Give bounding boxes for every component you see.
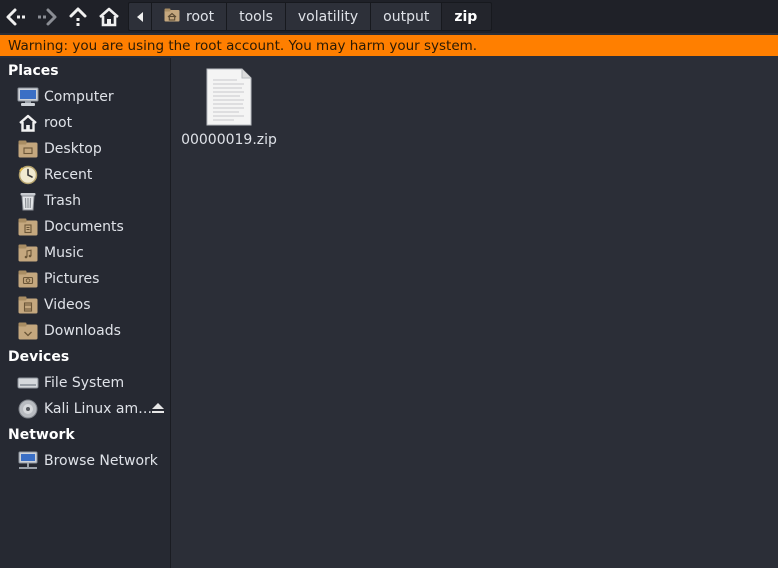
sidebar-item-label: Downloads xyxy=(44,323,121,339)
sidebar-item-computer[interactable]: Computer xyxy=(0,84,170,110)
sidebar-item-music[interactable]: Music xyxy=(0,240,170,266)
file-item[interactable]: 00000019.zip xyxy=(179,68,279,148)
sidebar-item-label: Browse Network xyxy=(44,453,158,469)
crumb-label: root xyxy=(186,8,215,25)
sidebar-item-label: Videos xyxy=(44,297,91,313)
crumb-label: volatility xyxy=(297,8,359,25)
sidebar-item-root[interactable]: root xyxy=(0,110,170,136)
sidebar-item-recent[interactable]: Recent xyxy=(0,162,170,188)
sidebar-item-kali-disc[interactable]: Kali Linux am… xyxy=(0,396,170,422)
back-button[interactable] xyxy=(1,2,31,32)
up-arrow-icon xyxy=(69,7,87,26)
eject-button[interactable] xyxy=(151,401,165,419)
toolbar: root tools volatility output zip xyxy=(0,0,778,33)
clock-icon xyxy=(17,164,39,186)
eject-icon xyxy=(152,403,164,413)
sidebar-item-label: Trash xyxy=(44,193,81,209)
root-warning-bar: Warning: you are using the root account.… xyxy=(0,35,778,56)
sidebar-item-desktop[interactable]: Desktop xyxy=(0,136,170,162)
home-icon xyxy=(99,7,119,26)
sidebar-item-label: File System xyxy=(44,375,125,391)
sidebar-item-label: Kali Linux am… xyxy=(44,401,153,417)
crumb-zip[interactable]: zip xyxy=(441,2,493,31)
sidebar-item-label: Desktop xyxy=(44,141,102,157)
sidebar-item-file-system[interactable]: File System xyxy=(0,370,170,396)
crumb-output[interactable]: output xyxy=(370,2,442,31)
path-bar: root tools volatility output zip xyxy=(128,2,493,31)
home-folder-icon xyxy=(164,8,180,26)
crumb-volatility[interactable]: volatility xyxy=(284,2,371,31)
crumb-root[interactable]: root xyxy=(151,2,227,31)
home-button[interactable] xyxy=(94,2,124,32)
sidebar-item-label: Music xyxy=(44,245,84,261)
sidebar-item-trash[interactable]: Trash xyxy=(0,188,170,214)
triangle-left-icon xyxy=(137,11,143,22)
sidebar-item-documents[interactable]: Documents xyxy=(0,214,170,240)
desktop-folder-icon xyxy=(17,138,39,160)
videos-folder-icon xyxy=(17,294,39,316)
documents-folder-icon xyxy=(17,216,39,238)
crumb-label: output xyxy=(383,8,430,25)
forward-arrow-icon xyxy=(38,8,57,25)
home-icon xyxy=(17,112,39,134)
music-folder-icon xyxy=(17,242,39,264)
sidebar-item-downloads[interactable]: Downloads xyxy=(0,318,170,344)
file-view[interactable]: 00000019.zip xyxy=(171,58,778,568)
crumb-label: tools xyxy=(239,8,273,25)
sidebar-item-label: Documents xyxy=(44,219,124,235)
sidebar: Places Computer root Desktop Recent Tras… xyxy=(0,58,171,568)
network-icon xyxy=(17,450,39,472)
warning-text: Warning: you are using the root account.… xyxy=(8,37,478,54)
sidebar-item-label: root xyxy=(44,115,73,131)
file-manager-window: root tools volatility output zip Warning… xyxy=(0,0,778,568)
file-name: 00000019.zip xyxy=(181,132,277,148)
forward-button[interactable] xyxy=(32,2,62,32)
document-file-icon xyxy=(206,68,252,126)
back-arrow-icon xyxy=(6,8,25,25)
sidebar-item-videos[interactable]: Videos xyxy=(0,292,170,318)
sidebar-item-pictures[interactable]: Pictures xyxy=(0,266,170,292)
sidebar-item-label: Computer xyxy=(44,89,114,105)
crumb-tools[interactable]: tools xyxy=(226,2,285,31)
path-scroll-left-button[interactable] xyxy=(128,2,151,31)
devices-heading: Devices xyxy=(8,349,70,365)
places-heading: Places xyxy=(8,63,59,79)
sidebar-item-browse-network[interactable]: Browse Network xyxy=(0,448,170,474)
trash-icon xyxy=(17,190,39,212)
sidebar-item-label: Pictures xyxy=(44,271,100,287)
crumb-label: zip xyxy=(454,8,478,25)
network-heading: Network xyxy=(8,427,75,443)
sidebar-item-label: Recent xyxy=(44,167,93,183)
disc-icon xyxy=(17,398,39,420)
up-button[interactable] xyxy=(63,2,93,32)
downloads-folder-icon xyxy=(17,320,39,342)
computer-icon xyxy=(17,86,39,108)
pictures-folder-icon xyxy=(17,268,39,290)
drive-icon xyxy=(17,372,39,394)
